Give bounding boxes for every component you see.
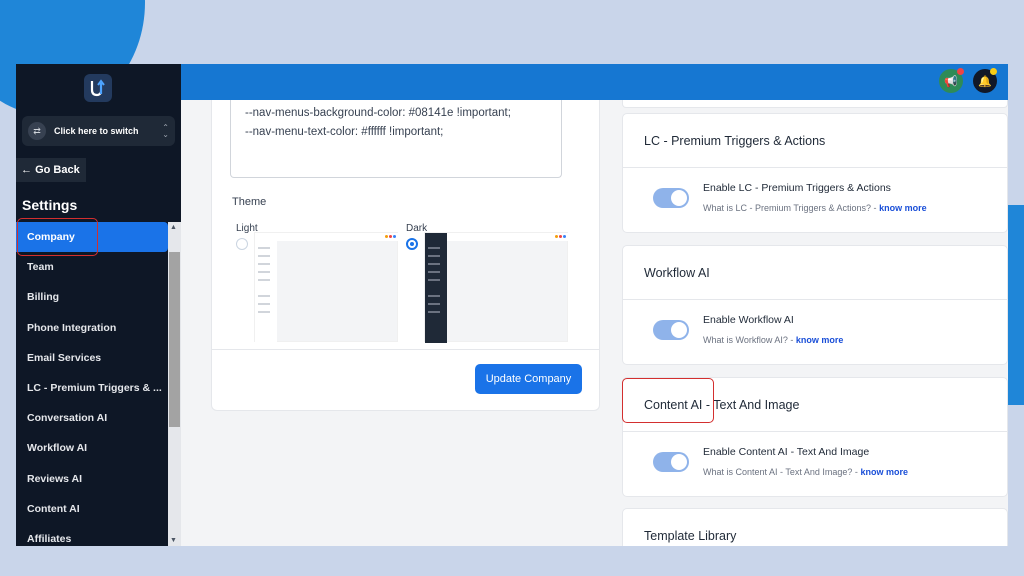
- arrow-left-icon: ←: [21, 164, 36, 176]
- sidebar-item-content-ai[interactable]: Content AI: [16, 494, 168, 524]
- preview-line: [258, 311, 270, 313]
- preview-line: [258, 279, 270, 281]
- card-body: Enable Content AI - Text And Image What …: [623, 432, 1007, 498]
- toggle-label: Enable LC - Premium Triggers & Actions: [703, 182, 891, 194]
- preview-line: [428, 311, 440, 313]
- dark-theme-preview: [424, 232, 569, 343]
- preview-line: [428, 255, 440, 257]
- toggle-label: Enable Workflow AI: [703, 314, 794, 326]
- update-company-button[interactable]: Update Company: [475, 364, 582, 394]
- custom-css-textarea[interactable]: --nav-menus-background-color: #08141e !i…: [230, 100, 562, 178]
- css-line: --nav-menus-background-color: #08141e !i…: [245, 107, 511, 119]
- notifications-button[interactable]: 🔔: [973, 68, 997, 93]
- sidebar-item-team[interactable]: Team: [16, 252, 168, 282]
- theme-dark-radio[interactable]: [406, 238, 418, 250]
- help-text-label: What is Content AI - Text And Image? -: [703, 467, 858, 477]
- css-line: --nav-menu-text-color: #ffffff !importan…: [245, 126, 444, 138]
- know-more-link[interactable]: know more: [879, 203, 927, 213]
- card-workflow-ai: Workflow AI Enable Workflow AI What is W…: [622, 245, 1008, 365]
- switch-icon: ⇄: [28, 122, 46, 140]
- preview-topbar: [277, 233, 399, 241]
- sidebar-item-phone-integration[interactable]: Phone Integration: [16, 313, 168, 343]
- sidebar-item-conversation-ai[interactable]: Conversation AI: [16, 403, 168, 433]
- help-text: What is Workflow AI? - know more: [703, 335, 843, 345]
- notification-dot: [990, 68, 997, 75]
- light-theme-preview: [254, 232, 399, 343]
- help-text: What is Content AI - Text And Image? - k…: [703, 467, 908, 477]
- app-window: ⇄ Click here to switch ⌃ ⌄ ← Go Back Sett…: [16, 64, 1008, 546]
- preview-line: [428, 247, 440, 249]
- previous-card-bottom: [622, 100, 1008, 108]
- settings-nav: Company Team Billing Phone Integration E…: [16, 222, 168, 546]
- sidebar-item-workflow-ai[interactable]: Workflow AI: [16, 433, 168, 463]
- card-header: Workflow AI: [623, 246, 1007, 300]
- help-text-label: What is Workflow AI? -: [703, 335, 794, 345]
- sidebar-scrollbar[interactable]: ▲ ▼: [168, 222, 181, 546]
- preview-dots: [555, 235, 566, 238]
- account-switcher[interactable]: ⇄ Click here to switch ⌃ ⌄: [22, 116, 175, 146]
- highlight-company: [17, 218, 98, 256]
- sidebar-item-reviews-ai[interactable]: Reviews AI: [16, 464, 168, 494]
- logo-icon: [90, 79, 105, 97]
- preview-line: [428, 295, 440, 297]
- announcement-button[interactable]: 📢: [939, 68, 964, 93]
- top-bar: 📢 🔔: [181, 64, 1008, 100]
- megaphone-icon: 📢: [944, 75, 958, 88]
- settings-heading: Settings: [22, 197, 78, 213]
- chevron-updown-icon: ⌃ ⌄: [162, 123, 169, 139]
- preview-line: [258, 303, 270, 305]
- go-back-label: Go Back: [35, 164, 80, 176]
- preview-line: [258, 271, 270, 273]
- card-header: Template Library: [644, 529, 737, 543]
- sidebar: ⇄ Click here to switch ⌃ ⌄ ← Go Back Sett…: [16, 64, 181, 546]
- go-back-button[interactable]: ← Go Back: [16, 158, 86, 182]
- bell-icon: 🔔: [978, 75, 992, 88]
- highlight-content-ai: [622, 378, 714, 423]
- preview-line: [258, 247, 270, 249]
- preview-topbar: [447, 233, 569, 241]
- preview-sidebar: [425, 233, 447, 343]
- card-template-library: Template Library: [622, 508, 1008, 546]
- help-text: What is LC - Premium Triggers & Actions?…: [703, 203, 927, 213]
- preview-line: [258, 255, 270, 257]
- sidebar-item-billing[interactable]: Billing: [16, 282, 168, 312]
- help-text-label: What is LC - Premium Triggers & Actions?…: [703, 203, 877, 213]
- scroll-down-icon[interactable]: ▼: [170, 537, 177, 544]
- app-logo: [84, 74, 112, 102]
- sidebar-item-affiliates[interactable]: Affiliates: [16, 524, 168, 546]
- preview-line: [428, 271, 440, 273]
- lc-premium-toggle[interactable]: [653, 188, 689, 208]
- know-more-link[interactable]: know more: [860, 467, 908, 477]
- preview-dots: [385, 235, 396, 238]
- notification-dot: [957, 68, 964, 75]
- divider: [212, 349, 599, 350]
- card-header: LC - Premium Triggers & Actions: [623, 114, 1007, 168]
- workflow-ai-toggle[interactable]: [653, 320, 689, 340]
- preview-sidebar: [255, 233, 277, 343]
- card-body: Enable Workflow AI What is Workflow AI? …: [623, 300, 1007, 366]
- switcher-label: Click here to switch: [54, 126, 139, 136]
- preview-line: [428, 303, 440, 305]
- theme-heading: Theme: [232, 196, 267, 208]
- theme-option-light[interactable]: Light: [232, 218, 399, 348]
- content-ai-toggle[interactable]: [653, 452, 689, 472]
- theme-light-radio[interactable]: [236, 238, 248, 250]
- know-more-link[interactable]: know more: [796, 335, 844, 345]
- decorative-bar: [1008, 205, 1024, 405]
- company-settings-card: --nav-menus-background-color: #08141e !i…: [211, 100, 600, 411]
- sidebar-item-email-services[interactable]: Email Services: [16, 343, 168, 373]
- preview-line: [428, 263, 440, 265]
- preview-line: [258, 263, 270, 265]
- card-body: Enable LC - Premium Triggers & Actions W…: [623, 168, 1007, 234]
- preview-line: [258, 295, 270, 297]
- card-lc-premium: LC - Premium Triggers & Actions Enable L…: [622, 113, 1008, 233]
- scrollbar-thumb[interactable]: [169, 252, 180, 427]
- sidebar-item-lc-premium[interactable]: LC - Premium Triggers & ...: [16, 373, 168, 403]
- scroll-up-icon[interactable]: ▲: [170, 224, 177, 231]
- toggle-label: Enable Content AI - Text And Image: [703, 446, 870, 458]
- theme-option-dark[interactable]: Dark: [402, 218, 569, 348]
- preview-line: [428, 279, 440, 281]
